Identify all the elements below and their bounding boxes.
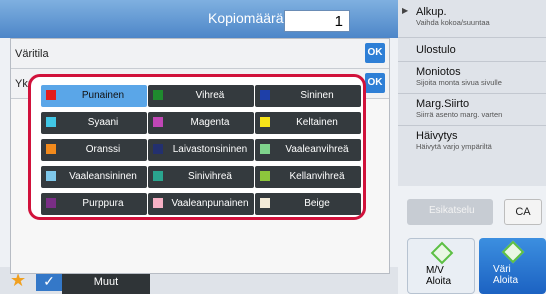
start-icon — [501, 240, 525, 264]
color-button[interactable]: Beige — [255, 193, 361, 215]
copies-input[interactable]: 1 — [284, 10, 350, 32]
preview-button[interactable]: Esikatselu — [407, 199, 493, 225]
color-swatch — [153, 90, 163, 100]
color-button[interactable]: Keltainen — [255, 112, 361, 134]
side-item-title: Alkup. — [416, 6, 447, 18]
bw-start-label: M/V Aloita — [426, 265, 452, 287]
play-arrow-icon: ▶ — [402, 6, 409, 15]
color-button[interactable]: Syaani — [41, 112, 147, 134]
side-item-subtitle: Vaihda kokoa/suuntaa — [416, 18, 490, 27]
color-mode-row: Väritila OK — [11, 39, 389, 69]
color-name: Sininen — [300, 90, 334, 101]
color-button[interactable]: Vaaleanvihreä — [255, 139, 361, 161]
color-button[interactable]: Punainen — [41, 85, 147, 107]
color-swatch — [260, 198, 270, 208]
color-name: Oranssi — [85, 144, 121, 155]
bw-start-button[interactable]: M/V Aloita — [407, 238, 475, 294]
color-start-button[interactable]: Väri Aloita — [479, 238, 546, 294]
color-name: Purppura — [82, 198, 124, 209]
color-name: Vaaleansininen — [69, 171, 137, 182]
ok-button[interactable]: OK — [365, 43, 385, 63]
color-name: Kellanvihreä — [289, 171, 345, 182]
color-name: Magenta — [190, 117, 230, 128]
side-item-output[interactable]: Ulostulo — [398, 38, 546, 62]
color-name: Keltainen — [296, 117, 338, 128]
color-swatch — [153, 144, 163, 154]
color-swatch — [260, 117, 270, 127]
side-item-title: Moniotos — [416, 66, 461, 78]
clear-all-button[interactable]: CA — [504, 199, 542, 225]
color-name: Laivastonsininen — [172, 144, 248, 155]
color-button[interactable]: Oranssi — [41, 139, 147, 161]
others-button[interactable]: Muut — [62, 271, 150, 294]
side-item-title: Ulostulo — [416, 44, 456, 56]
color-name: Vihreä — [195, 90, 225, 101]
color-swatch — [260, 90, 270, 100]
side-item-multishot[interactable]: Moniotos Sijoita monta sivua sivulle — [398, 62, 546, 94]
side-item-original[interactable]: ▶ Alkup. Vaihda kokoa/suuntaa — [398, 0, 546, 38]
color-button[interactable]: Magenta — [148, 112, 254, 134]
color-mode-label: Väritila — [15, 48, 49, 60]
side-item-margin-shift[interactable]: Marg.Siirto Siirrä asento marg. varten — [398, 94, 546, 126]
copies-label: Kopiomäärä — [208, 10, 284, 26]
color-swatch — [260, 144, 270, 154]
color-swatch — [46, 117, 56, 127]
start-icon — [430, 241, 454, 265]
color-swatch — [153, 171, 163, 181]
color-name: Vaaleanvihreä — [285, 144, 349, 155]
ok-button[interactable]: OK — [365, 73, 385, 93]
side-item-subtitle: Häivytä varjo ympäriltä — [416, 142, 492, 151]
side-menu: ▶ Alkup. Vaihda kokoa/suuntaa Ulostulo M… — [398, 0, 546, 186]
color-name: Punainen — [81, 90, 125, 101]
color-button[interactable]: Laivastonsininen — [148, 139, 254, 161]
color-swatch — [46, 144, 56, 154]
color-swatch — [46, 90, 56, 100]
color-button[interactable]: Purppura — [41, 193, 147, 215]
color-grid: Punainen Vihreä Sininen Syaani Magenta K… — [28, 74, 366, 220]
side-item-subtitle: Siirrä asento marg. varten — [416, 110, 503, 119]
side-item-subtitle: Sijoita monta sivua sivulle — [416, 78, 502, 87]
color-name: Vaaleanpunainen — [171, 198, 249, 209]
color-name: Sinivihreä — [188, 171, 232, 182]
color-button[interactable]: Sininen — [255, 85, 361, 107]
color-swatch — [153, 198, 163, 208]
color-swatch — [46, 171, 56, 181]
color-button[interactable]: Vaaleanpunainen — [148, 193, 254, 215]
color-button[interactable]: Sinivihreä — [148, 166, 254, 188]
color-button[interactable]: Kellanvihreä — [255, 166, 361, 188]
side-item-erase[interactable]: Häivytys Häivytä varjo ympäriltä — [398, 126, 546, 158]
color-start-label: Väri Aloita — [493, 264, 519, 286]
color-name: Syaani — [87, 117, 119, 128]
color-swatch — [153, 117, 163, 127]
color-name: Beige — [304, 198, 330, 209]
color-button[interactable]: Vaaleansininen — [41, 166, 147, 188]
color-button[interactable]: Vihreä — [148, 85, 254, 107]
side-item-title: Marg.Siirto — [416, 98, 470, 110]
color-swatch — [46, 198, 56, 208]
check-icon[interactable]: ✓ — [36, 271, 62, 291]
color-swatch — [260, 171, 270, 181]
side-item-title: Häivytys — [416, 130, 458, 142]
